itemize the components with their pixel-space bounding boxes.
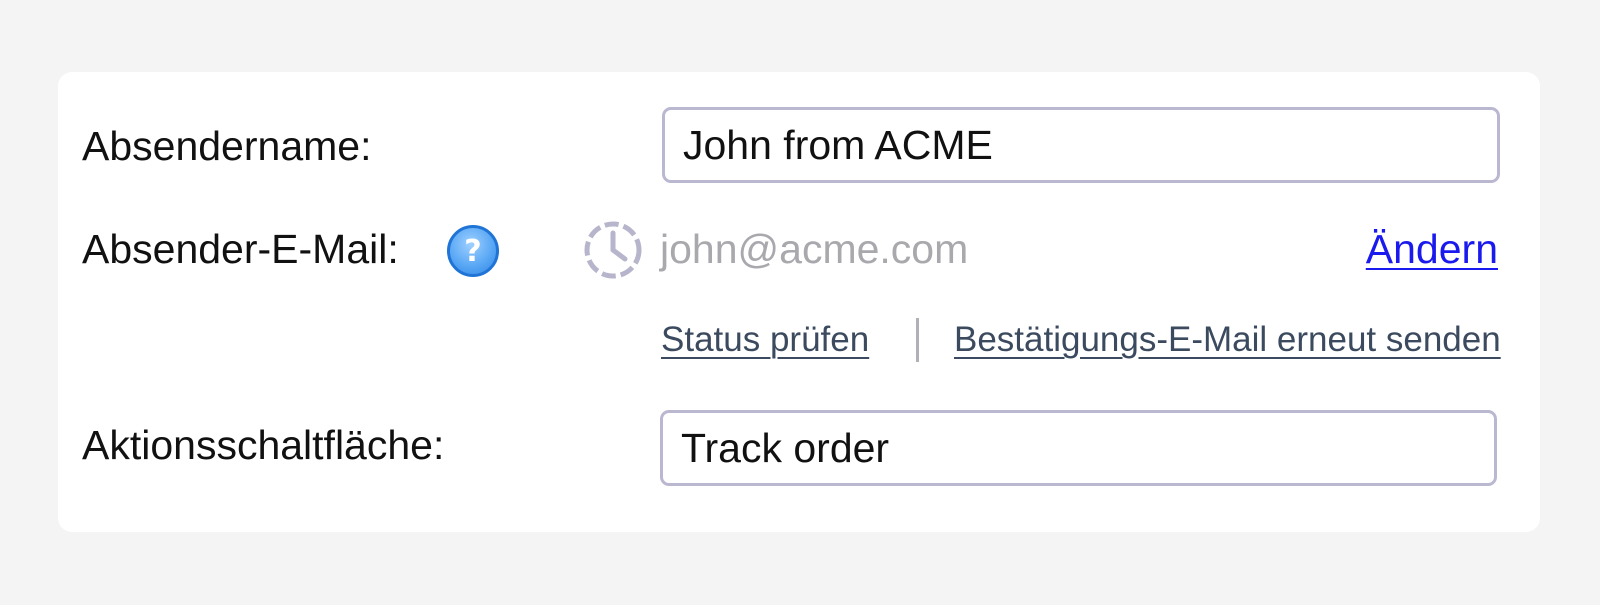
question-mark-icon[interactable]: ?: [447, 225, 499, 277]
svg-text:?: ?: [464, 234, 481, 269]
check-status-link[interactable]: Status prüfen: [661, 322, 869, 357]
sender-email-value: john@acme.com: [660, 226, 969, 272]
action-button-input[interactable]: [660, 410, 1497, 486]
link-divider: [916, 318, 919, 362]
resend-confirmation-link[interactable]: Bestätigungs-E-Mail erneut senden: [954, 322, 1501, 357]
sender-email-label: Absender-E-Mail:: [82, 226, 399, 272]
clock-pending-icon: [582, 219, 644, 281]
sender-name-input[interactable]: [662, 107, 1500, 183]
change-email-link[interactable]: Ändern: [1366, 229, 1498, 270]
sender-name-label: Absendername:: [82, 123, 372, 169]
action-button-label: Aktionsschaltfläche:: [82, 422, 445, 468]
